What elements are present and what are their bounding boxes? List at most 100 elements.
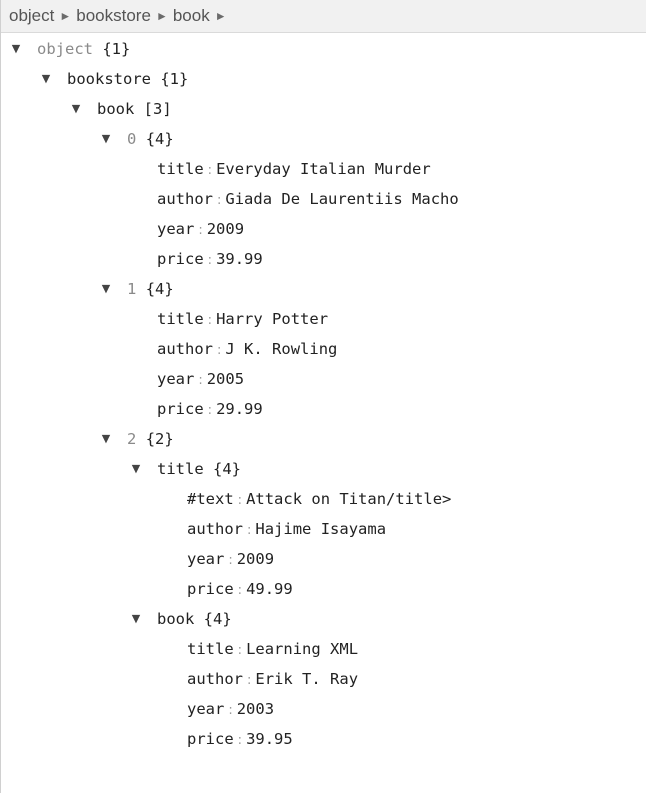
leaf-key: year [187, 700, 225, 718]
node-count: {4} [203, 610, 232, 628]
leaf-value: 39.99 [216, 250, 263, 268]
node-count: {4} [145, 280, 174, 298]
leaf-year[interactable]: year:2009 [157, 214, 244, 246]
leaf-key: year [187, 550, 225, 568]
leaf-author[interactable]: author: J K. Rowling [157, 334, 337, 366]
node-key: book [157, 610, 195, 628]
tree-node-book-object[interactable]: book {4} [157, 604, 232, 634]
tree-row-item-1: ▼ 1 {4} [1, 274, 646, 304]
node-key: book [97, 100, 135, 118]
leaf-price[interactable]: price:29.99 [157, 394, 263, 426]
leaf-key: title [157, 310, 204, 328]
leaf-key: title [157, 160, 204, 178]
leaf-year[interactable]: year:2003 [187, 694, 274, 726]
leaf-key: price [157, 400, 204, 418]
tree-row-leaf: author: Giada De Laurentiis Macho [1, 184, 646, 214]
leaf-value: 39.95 [246, 730, 293, 748]
tree-row-title-object: ▼ title {4} [1, 454, 646, 484]
tree-row-book-object: ▼ book {4} [1, 604, 646, 634]
leaf-key: price [187, 580, 234, 598]
leaf-author[interactable]: author: Giada De Laurentiis Macho [157, 184, 459, 216]
node-count: [3] [143, 100, 172, 118]
leaf-year[interactable]: year:2005 [157, 364, 244, 396]
node-key: title [157, 460, 204, 478]
tree-row-leaf: year:2005 [1, 364, 646, 394]
tree-node-book-array[interactable]: book [3] [97, 94, 172, 124]
json-tree: ▼ object {1} ▼ bookstore {1} ▼ book [3] … [1, 34, 646, 754]
leaf-key: author [157, 340, 213, 358]
node-count: {4} [213, 460, 242, 478]
leaf-value: 2005 [206, 370, 245, 388]
tree-row-leaf: year:2003 [1, 694, 646, 724]
tree-node-object[interactable]: object {1} [37, 34, 130, 64]
expand-toggle-icon[interactable]: ▼ [129, 454, 143, 484]
node-key: bookstore [67, 70, 151, 88]
leaf-value: Hajime Isayama [255, 520, 387, 538]
node-count: {4} [145, 130, 174, 148]
leaf-key: author [187, 520, 243, 538]
leaf-year[interactable]: year:2009 [187, 544, 274, 576]
leaf-value: 2003 [236, 700, 275, 718]
leaf-price[interactable]: price:49.99 [187, 574, 293, 606]
tree-row-item-2: ▼ 2 {2} [1, 424, 646, 454]
breadcrumb: object ► bookstore ► book ► [1, 0, 646, 33]
tree-node-item-1[interactable]: 1 {4} [127, 274, 174, 304]
tree-node-item-2[interactable]: 2 {2} [127, 424, 174, 454]
breadcrumb-separator-icon: ► [214, 9, 227, 23]
tree-node-item-0[interactable]: 0 {4} [127, 124, 174, 154]
tree-node-title-object[interactable]: title {4} [157, 454, 241, 484]
leaf-price[interactable]: price:39.95 [187, 724, 293, 756]
leaf-title[interactable]: title: Everyday Italian Murder [157, 154, 431, 186]
leaf-price[interactable]: price:39.99 [157, 244, 263, 276]
leaf-value: 2009 [236, 550, 275, 568]
node-key: object [37, 40, 93, 58]
expand-toggle-icon[interactable]: ▼ [69, 94, 83, 124]
expand-toggle-icon[interactable]: ▼ [39, 64, 53, 94]
leaf-value: 29.99 [216, 400, 263, 418]
tree-row-leaf: author: J K. Rowling [1, 334, 646, 364]
expand-toggle-icon[interactable]: ▼ [129, 604, 143, 634]
leaf-key: year [157, 220, 195, 238]
leaf-key: author [157, 190, 213, 208]
leaf-value: Learning XML [246, 640, 359, 658]
tree-row-object: ▼ object {1} [1, 34, 646, 64]
leaf-key: year [157, 370, 195, 388]
leaf-key: #text [187, 490, 234, 508]
breadcrumb-item-bookstore[interactable]: bookstore [76, 6, 151, 26]
leaf-key: author [187, 670, 243, 688]
tree-row-leaf: title: Learning XML [1, 634, 646, 664]
leaf-key: price [187, 730, 234, 748]
tree-row-leaf: price:49.99 [1, 574, 646, 604]
expand-toggle-icon[interactable]: ▼ [99, 424, 113, 454]
tree-node-bookstore[interactable]: bookstore {1} [67, 64, 188, 94]
tree-row-book: ▼ book [3] [1, 94, 646, 124]
expand-toggle-icon[interactable]: ▼ [99, 124, 113, 154]
leaf-author[interactable]: author: Erik T. Ray [187, 664, 358, 696]
leaf-value: Harry Potter [216, 310, 329, 328]
node-index: 1 [127, 280, 137, 298]
leaf-author[interactable]: author: Hajime Isayama [187, 514, 386, 546]
tree-row-leaf: year:2009 [1, 544, 646, 574]
breadcrumb-item-object[interactable]: object [9, 6, 54, 26]
tree-row-item-0: ▼ 0 {4} [1, 124, 646, 154]
node-count: {2} [145, 430, 174, 448]
leaf-value: Attack on Titan/title> [246, 490, 452, 508]
tree-row-bookstore: ▼ bookstore {1} [1, 64, 646, 94]
leaf-value: 49.99 [246, 580, 293, 598]
leaf-title[interactable]: title: Learning XML [187, 634, 358, 666]
leaf-key: title [187, 640, 234, 658]
leaf-title[interactable]: title: Harry Potter [157, 304, 328, 336]
expand-toggle-icon[interactable]: ▼ [99, 274, 113, 304]
breadcrumb-item-book[interactable]: book [173, 6, 210, 26]
leaf-text[interactable]: #text: Attack on Titan/title> [187, 484, 451, 516]
tree-row-leaf: year:2009 [1, 214, 646, 244]
leaf-value: 2009 [206, 220, 245, 238]
expand-toggle-icon[interactable]: ▼ [9, 34, 23, 64]
leaf-key: price [157, 250, 204, 268]
node-index: 2 [127, 430, 137, 448]
tree-row-leaf: #text: Attack on Titan/title> [1, 484, 646, 514]
leaf-value: J K. Rowling [225, 340, 338, 358]
tree-row-leaf: price:29.99 [1, 394, 646, 424]
node-index: 0 [127, 130, 137, 148]
tree-row-leaf: price:39.99 [1, 244, 646, 274]
